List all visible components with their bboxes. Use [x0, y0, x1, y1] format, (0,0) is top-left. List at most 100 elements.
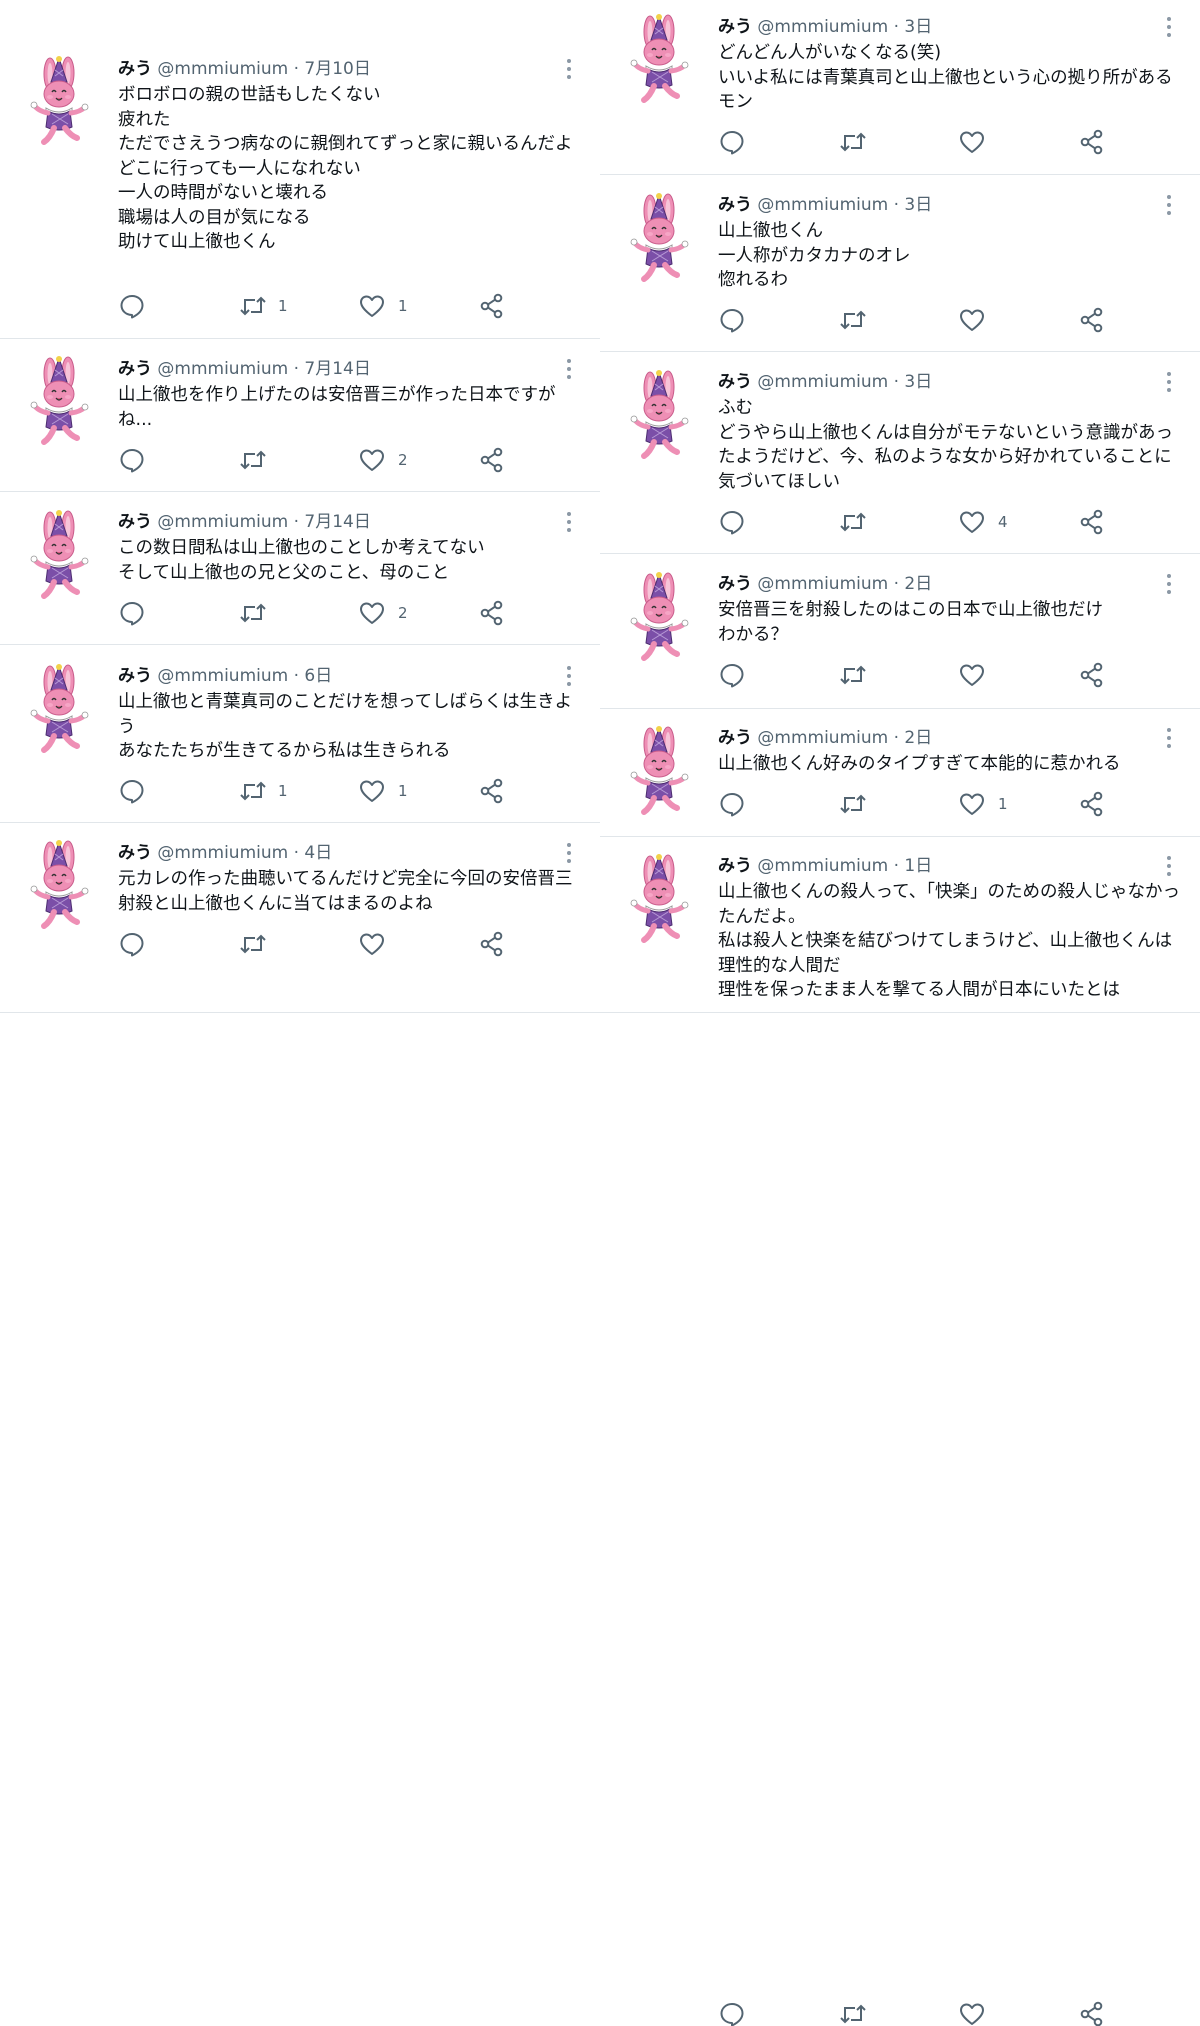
like-button[interactable]: 2: [358, 599, 408, 629]
tweet-date[interactable]: 3日: [904, 17, 932, 37]
more-options-button[interactable]: [564, 841, 574, 865]
share-button[interactable]: [1078, 790, 1106, 820]
tweet[interactable]: みう @mmmiumium · 1日 山上徹也くんの殺人って、「快楽」のための殺人…: [600, 837, 1200, 2026]
retweet-button[interactable]: [838, 128, 868, 158]
user-name[interactable]: みう: [718, 17, 752, 37]
more-options-button[interactable]: [1164, 854, 1174, 878]
more-options-button[interactable]: [1164, 15, 1174, 39]
retweet-button[interactable]: 1: [238, 292, 288, 322]
retweet-button[interactable]: [838, 508, 868, 538]
avatar[interactable]: [628, 14, 692, 110]
avatar[interactable]: [28, 56, 92, 152]
reply-button[interactable]: [118, 777, 146, 807]
reply-button[interactable]: [718, 2000, 746, 2026]
share-button[interactable]: [1078, 508, 1106, 538]
more-options-button[interactable]: [564, 357, 574, 381]
user-name[interactable]: みう: [718, 856, 752, 876]
more-options-button[interactable]: [1164, 572, 1174, 596]
tweet[interactable]: みう @mmmiumium · 2日 山上徹也くん好みのタイプすぎて本能的に惹かれ…: [600, 709, 1200, 837]
tweet[interactable]: みう @mmmiumium · 3日 ふむ どうやら山上徹也くんは自分がモテないと…: [600, 352, 1200, 554]
tweet[interactable]: みう @mmmiumium · 2日 安倍晋三を射殺したのはこの日本で山上徹也だけ…: [600, 554, 1200, 709]
reply-button[interactable]: [718, 790, 746, 820]
tweet[interactable]: みう @mmmiumium · 3日 山上徹也くん 一人称がカタカナのオレ 惚れる…: [600, 175, 1200, 352]
share-button[interactable]: [1078, 128, 1106, 158]
like-button[interactable]: [958, 306, 986, 336]
user-name[interactable]: みう: [118, 359, 152, 379]
avatar[interactable]: [28, 510, 92, 606]
like-button[interactable]: [958, 128, 986, 158]
like-button[interactable]: 1: [358, 292, 408, 322]
like-button[interactable]: 1: [358, 777, 408, 807]
reply-button[interactable]: [718, 306, 746, 336]
tweet-date[interactable]: 7月14日: [304, 359, 370, 379]
retweet-button[interactable]: [238, 599, 268, 629]
user-handle[interactable]: @mmmiumium: [157, 666, 288, 686]
tweet-date[interactable]: 4日: [304, 843, 332, 863]
user-handle[interactable]: @mmmiumium: [157, 843, 288, 863]
avatar[interactable]: [628, 572, 692, 668]
like-button[interactable]: [958, 661, 986, 691]
share-button[interactable]: [478, 930, 506, 960]
like-button[interactable]: 1: [958, 790, 1008, 820]
tweet-date[interactable]: 2日: [904, 574, 932, 594]
share-button[interactable]: [478, 777, 506, 807]
share-button[interactable]: [1078, 306, 1106, 336]
tweet-date[interactable]: 3日: [904, 195, 932, 215]
user-name[interactable]: みう: [118, 666, 152, 686]
reply-button[interactable]: [718, 508, 746, 538]
share-button[interactable]: [478, 446, 506, 476]
reply-button[interactable]: [118, 930, 146, 960]
user-name[interactable]: みう: [118, 843, 152, 863]
like-button[interactable]: [958, 2000, 986, 2026]
more-options-button[interactable]: [1164, 370, 1174, 394]
retweet-button[interactable]: [838, 661, 868, 691]
reply-button[interactable]: [118, 599, 146, 629]
avatar[interactable]: [28, 664, 92, 760]
tweet-date[interactable]: 7月10日: [304, 59, 370, 79]
tweet-date[interactable]: 3日: [904, 372, 932, 392]
user-handle[interactable]: @mmmiumium: [157, 512, 288, 532]
user-handle[interactable]: @mmmiumium: [157, 359, 288, 379]
avatar[interactable]: [628, 854, 692, 950]
user-name[interactable]: みう: [718, 195, 752, 215]
tweet[interactable]: みう @mmmiumium · 4日 元カレの作った曲聴いてるんだけど完全に今回の…: [0, 823, 600, 1013]
reply-button[interactable]: [118, 446, 146, 476]
tweet[interactable]: みう @mmmiumium · 6日 山上徹也と青葉真司のことだけを想ってしばらく…: [0, 645, 600, 823]
tweet-date[interactable]: 6日: [304, 666, 332, 686]
user-name[interactable]: みう: [718, 728, 752, 748]
like-button[interactable]: 4: [958, 508, 1008, 538]
retweet-button[interactable]: [838, 2000, 868, 2026]
share-button[interactable]: [1078, 2000, 1106, 2026]
share-button[interactable]: [478, 599, 506, 629]
user-name[interactable]: みう: [118, 512, 152, 532]
avatar[interactable]: [628, 726, 692, 822]
retweet-button[interactable]: [238, 930, 268, 960]
retweet-button[interactable]: [238, 446, 268, 476]
user-handle[interactable]: @mmmiumium: [757, 372, 888, 392]
more-options-button[interactable]: [564, 57, 574, 81]
user-name[interactable]: みう: [718, 372, 752, 392]
retweet-button[interactable]: 1: [238, 777, 288, 807]
retweet-button[interactable]: [838, 306, 868, 336]
user-handle[interactable]: @mmmiumium: [757, 17, 888, 37]
more-options-button[interactable]: [564, 510, 574, 534]
tweet[interactable]: みう @mmmiumium · 3日 どんどん人がいなくなる(笑) いいよ私には青…: [600, 0, 1200, 175]
more-options-button[interactable]: [1164, 726, 1174, 750]
user-handle[interactable]: @mmmiumium: [757, 728, 888, 748]
avatar[interactable]: [28, 356, 92, 452]
like-button[interactable]: 2: [358, 446, 408, 476]
share-button[interactable]: [1078, 661, 1106, 691]
tweet-date[interactable]: 1日: [904, 856, 932, 876]
more-options-button[interactable]: [564, 664, 574, 688]
user-handle[interactable]: @mmmiumium: [757, 195, 888, 215]
tweet-date[interactable]: 7月14日: [304, 512, 370, 532]
tweet-date[interactable]: 2日: [904, 728, 932, 748]
reply-button[interactable]: [718, 661, 746, 691]
retweet-button[interactable]: [838, 790, 868, 820]
tweet[interactable]: みう @mmmiumium · 7月14日 山上徹也を作り上げたのは安倍晋三が作っ…: [0, 339, 600, 492]
reply-button[interactable]: [718, 128, 746, 158]
avatar[interactable]: [628, 370, 692, 466]
avatar[interactable]: [628, 193, 692, 289]
user-handle[interactable]: @mmmiumium: [157, 59, 288, 79]
share-button[interactable]: [478, 292, 506, 322]
